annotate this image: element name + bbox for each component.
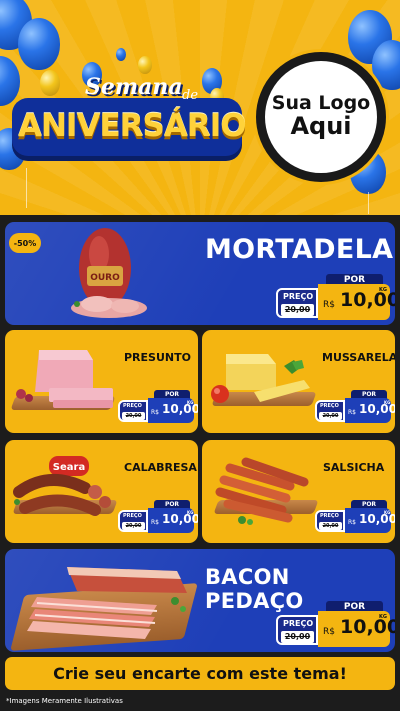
salsicha-image [215,457,309,525]
product-name: SALSICHA [323,461,385,474]
new-price-box: R$ 10,00 KG [345,508,395,533]
product-card-calabresa[interactable]: Seara CALABRESA POR PREÇO 20,00 R$ 10,00… [5,440,198,543]
currency-label: R$ [151,409,159,416]
price-tag: POR PREÇO 20,00 R$ 10,00 KG [276,274,395,320]
preco-label: PREÇO [320,403,339,409]
header-banner: Semana de ANIVERSÁRIO Sua Logo Aqui [0,0,400,215]
preco-label: PREÇO [123,403,142,409]
bacon-image [27,567,187,639]
old-price: 20,00 [319,522,342,530]
seara-brand-label: Seara [53,462,85,473]
logo-aniversario-text: ANIVERSÁRIO [18,108,247,144]
currency-label: R$ [323,300,335,310]
balloon-string [26,168,27,208]
unit-label: KG [379,287,387,293]
product-name: CALABRESA [124,461,197,474]
currency-label: R$ [348,519,356,526]
product-name: PRESUNTO [124,351,191,364]
mussarela-image [211,354,310,403]
discount-badge: -50% [9,233,41,253]
currency-label: R$ [151,519,159,526]
presunto-image [16,350,113,408]
disclaimer-note: *Imagens Meramente Ilustrativas [6,697,123,705]
product-card-mortadela[interactable]: OURO MORTADELA POR PREÇO 20,00 R$ 10,00 … [5,222,395,325]
product-card-bacon[interactable]: BACON PEDAÇO POR PREÇO 20,00 R$ 10,00 KG [5,549,395,652]
product-card-salsicha[interactable]: SALSICHA POR PREÇO 20,00 R$ 10,00 KG [202,440,395,543]
your-logo-line2: Aqui [290,112,352,141]
preco-label: PREÇO [283,292,314,301]
balloon-icon [18,18,60,70]
price-tag: POR PREÇO 20,00 R$ 10,00 KG [276,601,395,647]
unit-label: KG [384,510,391,515]
old-price-box: PREÇO 20,00 [276,615,318,645]
old-price-box: PREÇO 20,00 [315,510,345,532]
old-price-box: PREÇO 20,00 [118,400,148,422]
new-price-box: R$ 10,00 KG [345,398,395,423]
old-price: 20,00 [122,522,145,530]
new-price-box: R$ 10,00 KG [148,508,198,533]
new-price-box: R$ 10,00 KG [318,611,395,647]
unit-label: KG [187,510,194,515]
mortadela-brand-label: OURO [90,273,120,283]
your-logo-placeholder[interactable]: Sua Logo Aqui [256,52,386,182]
logo-de-text: de [182,88,199,103]
product-card-mussarela[interactable]: MUSSARELA POR PREÇO 20,00 R$ 10,00 KG [202,330,395,433]
price-tag: POR PREÇO 20,00 R$ 10,00 KG [315,500,395,534]
event-logo: Semana de ANIVERSÁRIO [10,72,247,162]
currency-label: R$ [323,627,335,637]
preco-label: PREÇO [320,513,339,519]
product-name: MORTADELA [205,234,394,265]
logo-semana-text: Semana [85,74,183,100]
price-tag: POR PREÇO 20,00 R$ 10,00 KG [118,500,198,534]
product-name: MUSSARELA [322,351,395,364]
old-price: 20,00 [281,631,314,643]
price-tag: POR PREÇO 20,00 R$ 10,00 KG [118,390,198,424]
mortadela-image: OURO [71,228,147,318]
calabresa-image: Seara [13,456,111,516]
old-price: 20,00 [281,304,314,316]
your-logo-line1: Sua Logo [271,92,371,115]
currency-label: R$ [348,409,356,416]
old-price: 20,00 [122,412,145,420]
new-price-box: R$ 10,00 KG [318,284,395,320]
old-price: 20,00 [319,412,342,420]
unit-label: KG [384,400,391,405]
balloon-string [368,192,369,214]
product-card-presunto[interactable]: PRESUNTO POR PREÇO 20,00 R$ 10,00 KG [5,330,198,433]
old-price-box: PREÇO 20,00 [315,400,345,422]
balloon-icon [116,48,126,61]
new-price-box: R$ 10,00 KG [148,398,198,423]
price-tag: POR PREÇO 20,00 R$ 10,00 KG [315,390,395,424]
preco-label: PREÇO [123,513,142,519]
unit-label: KG [187,400,194,405]
unit-label: KG [379,614,387,620]
flyer-page: Semana de ANIVERSÁRIO Sua Logo Aqui OURO… [0,0,400,711]
preco-label: PREÇO [283,619,314,628]
old-price-box: PREÇO 20,00 [118,510,148,532]
old-price-box: PREÇO 20,00 [276,288,318,318]
cta-banner[interactable]: Crie seu encarte com este tema! [5,657,395,690]
